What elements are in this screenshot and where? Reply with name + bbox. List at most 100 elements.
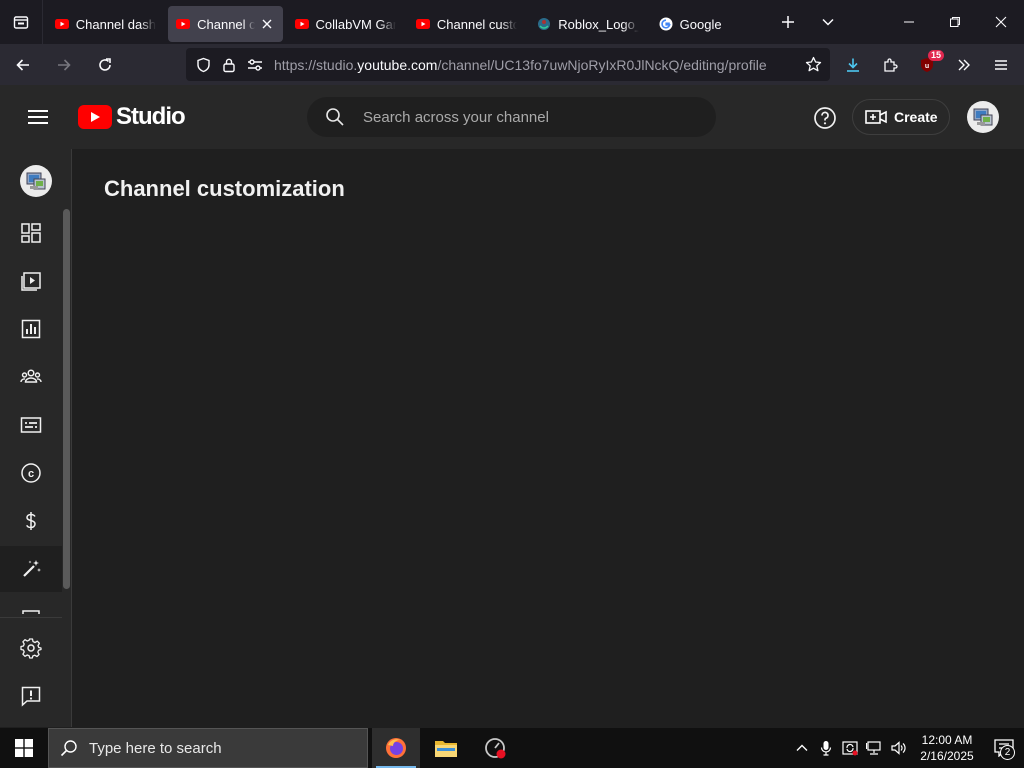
tab-title: Google xyxy=(679,16,722,32)
taskbar-search-box[interactable]: Type here to search xyxy=(48,728,368,768)
back-button[interactable] xyxy=(5,49,41,81)
hamburger-line xyxy=(28,122,48,124)
account-avatar[interactable] xyxy=(967,101,999,133)
youtube-play-icon xyxy=(78,105,112,129)
url-text[interactable]: https://studio.youtube.com/channel/UC13f… xyxy=(274,57,794,73)
computer-avatar-icon xyxy=(26,172,46,190)
search-input[interactable]: Search across your channel xyxy=(363,109,549,126)
svg-text:u: u xyxy=(924,63,928,70)
sidebar-divider xyxy=(0,617,62,618)
browser-tab-active[interactable]: Channel cu xyxy=(168,6,283,42)
close-tab-icon[interactable] xyxy=(259,16,275,32)
sidebar-item-settings[interactable] xyxy=(0,625,62,671)
sidebar-item-dashboard[interactable] xyxy=(0,210,62,256)
wikimedia-favicon-icon xyxy=(537,17,551,31)
new-tab-button[interactable] xyxy=(768,0,808,44)
more-tools-button[interactable] xyxy=(945,44,982,85)
browser-toolbar: https://studio.youtube.com/channel/UC13f… xyxy=(0,44,1024,85)
reload-button[interactable] xyxy=(87,49,123,81)
network-icon[interactable] xyxy=(862,728,886,768)
list-all-tabs-button[interactable] xyxy=(808,0,848,44)
channel-avatar[interactable] xyxy=(20,165,52,197)
community-icon xyxy=(20,369,42,383)
sidebar-item-audio-library[interactable] xyxy=(0,594,62,614)
plus-icon xyxy=(782,16,795,28)
gear-icon xyxy=(20,638,42,659)
bookmark-star-button[interactable] xyxy=(796,56,830,73)
close-window-button[interactable] xyxy=(978,0,1024,44)
create-button[interactable]: Create xyxy=(852,99,950,135)
browser-tab[interactable]: Channel custo xyxy=(408,6,525,42)
close-icon xyxy=(995,16,1007,28)
taskbar-app-file-explorer[interactable] xyxy=(422,728,470,768)
url-prefix: https://studio. xyxy=(274,56,358,73)
permissions-icon[interactable] xyxy=(242,48,268,81)
clock-time: 12:00 AM xyxy=(921,733,973,747)
start-button[interactable] xyxy=(0,728,48,768)
search-icon[interactable] xyxy=(307,107,363,127)
restore-icon xyxy=(950,17,961,27)
taskbar-app-firefox[interactable] xyxy=(372,728,420,768)
tab-title: CollabVM Gam xyxy=(315,16,396,32)
restore-window-button[interactable] xyxy=(932,0,978,44)
sidebar-item-content[interactable] xyxy=(0,258,62,304)
sidebar-item-analytics[interactable] xyxy=(0,306,62,352)
sidebar-item-subtitles[interactable] xyxy=(0,402,62,448)
microphone-icon[interactable] xyxy=(814,728,838,768)
minimize-window-button[interactable] xyxy=(886,0,932,44)
browser-tab-strip: Channel dashb Channel cu CollabVM Gam Ch… xyxy=(0,0,1024,44)
lock-icon[interactable] xyxy=(216,48,242,81)
ublock-extension-button[interactable]: u 15 xyxy=(908,44,945,85)
browser-tab[interactable]: Channel dashb xyxy=(47,6,164,42)
create-label: Create xyxy=(894,109,938,125)
browser-tab[interactable]: CollabVM Gam xyxy=(287,6,404,42)
minimize-icon xyxy=(904,21,915,23)
content-icon xyxy=(21,272,41,291)
browser-tab[interactable]: Roblox_Logo_2 xyxy=(529,6,646,42)
tab-title: Roblox_Logo_2 xyxy=(558,16,638,32)
sidebar-item-earn[interactable] xyxy=(0,498,62,544)
help-button[interactable] xyxy=(812,105,838,131)
sidebar-item-copyright[interactable]: c xyxy=(0,450,62,496)
action-center-button[interactable]: 2 xyxy=(984,728,1024,768)
arrow-right-icon xyxy=(58,58,71,71)
system-tray: 12:00 AM 2/16/2025 2 xyxy=(790,728,1024,768)
channel-search-box[interactable]: Search across your channel xyxy=(307,97,716,137)
browser-tab[interactable]: Google xyxy=(651,6,768,42)
app-menu-button[interactable] xyxy=(982,44,1019,85)
extensions-button[interactable] xyxy=(871,44,908,85)
show-hidden-icons-chevron-up-icon[interactable] xyxy=(790,728,814,768)
firefox-view-button[interactable] xyxy=(0,0,42,44)
forward-button[interactable] xyxy=(46,49,82,81)
hamburger-menu-button[interactable] xyxy=(26,105,50,129)
url-bar[interactable]: https://studio.youtube.com/channel/UC13f… xyxy=(186,48,830,81)
feedback-icon xyxy=(21,686,41,707)
download-icon xyxy=(846,58,859,72)
sidebar-scrollbar[interactable] xyxy=(63,209,70,589)
youtube-favicon-icon xyxy=(54,17,69,31)
taskbar-app-performance[interactable] xyxy=(472,728,520,768)
tracking-protection-shield-icon[interactable] xyxy=(190,48,216,81)
url-path: /channel/UC13fo7uwNjoRyIxR0JlNckQ/editin… xyxy=(437,56,767,73)
youtube-favicon-icon xyxy=(294,17,309,31)
sidebar-item-customization[interactable] xyxy=(0,546,62,592)
arrow-left-icon xyxy=(16,58,29,71)
downloads-button[interactable] xyxy=(834,44,871,85)
firefox-view-icon xyxy=(13,16,29,29)
taskbar-search-input[interactable]: Type here to search xyxy=(89,740,222,757)
taskbar-clock[interactable]: 12:00 AM 2/16/2025 xyxy=(910,732,984,764)
hamburger-line xyxy=(28,116,48,118)
studio-header: Studio Search across your channel Create xyxy=(0,85,1024,149)
sidebar-item-community[interactable] xyxy=(0,354,62,400)
sidebar-item-send-feedback[interactable] xyxy=(0,673,62,719)
tab-strip-separator xyxy=(41,0,43,44)
studio-logo[interactable]: Studio xyxy=(78,103,186,131)
tab-title: Channel dashb xyxy=(75,16,157,32)
firefox-icon xyxy=(386,738,406,758)
sync-alert-icon[interactable] xyxy=(838,728,862,768)
dashboard-icon xyxy=(21,223,41,243)
star-icon xyxy=(805,56,821,72)
reload-icon xyxy=(99,57,111,71)
volume-icon[interactable] xyxy=(886,728,910,768)
windows-taskbar: Type here to search 12:00 AM 2/16/2025 2 xyxy=(0,728,1024,768)
